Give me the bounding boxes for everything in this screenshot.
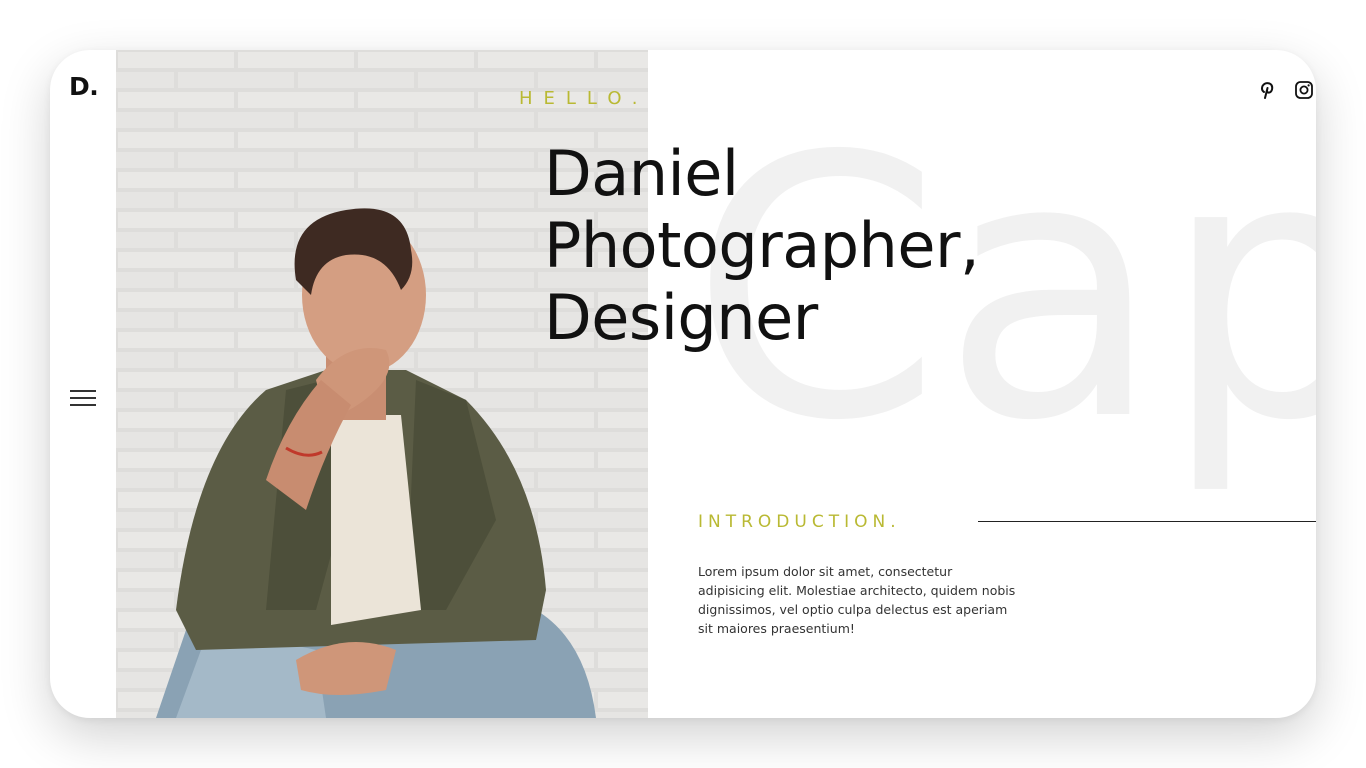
greeting-text: HELLO. xyxy=(519,88,649,109)
pinterest-icon[interactable] xyxy=(1257,80,1277,100)
headline-line-1: Daniel xyxy=(544,137,739,210)
hamburger-menu-icon[interactable] xyxy=(70,388,96,408)
headline-line-3: Designer xyxy=(544,281,818,354)
introduction-label: INTRODUCTION. xyxy=(698,512,901,532)
hero-headline: Daniel Photographer, Designer xyxy=(544,137,980,354)
page-frame: Capt D. xyxy=(50,50,1316,718)
instagram-icon[interactable] xyxy=(1294,80,1314,100)
site-logo[interactable]: D. xyxy=(69,72,99,101)
introduction-divider xyxy=(978,521,1316,522)
introduction-text: Lorem ipsum dolor sit amet, consectetur … xyxy=(698,564,1016,636)
headline-line-2: Photographer, xyxy=(544,209,980,282)
